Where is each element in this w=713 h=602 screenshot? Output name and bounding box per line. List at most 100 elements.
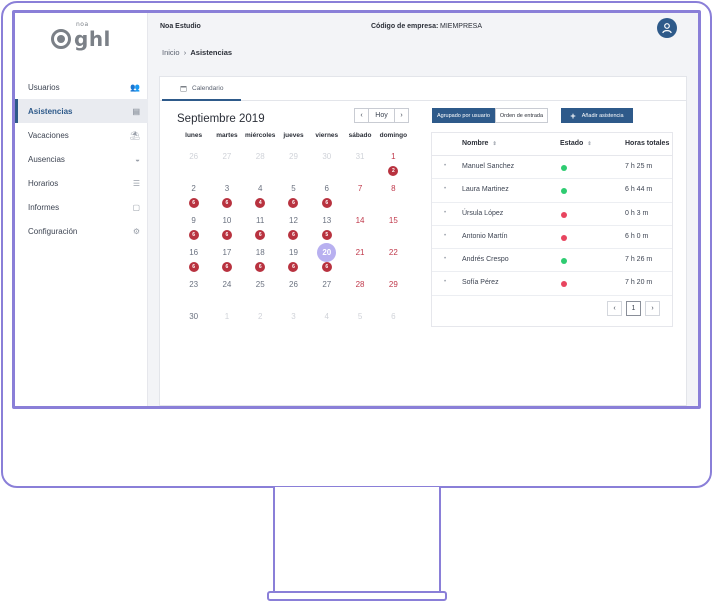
- calendar-day[interactable]: 31: [343, 147, 376, 179]
- users-icon: 👥: [130, 82, 140, 92]
- calendar-day[interactable]: 4: [310, 307, 343, 339]
- add-attendance-button[interactable]: + Añadir asistencia: [561, 108, 633, 123]
- calendar-day[interactable]: 28: [343, 275, 376, 307]
- calendar-prev-button[interactable]: ‹: [354, 108, 369, 123]
- expand-row-icon[interactable]: •: [444, 163, 446, 169]
- pagination-current-page[interactable]: 1: [626, 301, 641, 316]
- total-hours: 6 h 0 m: [625, 232, 649, 240]
- sidebar-item-vacaciones[interactable]: Vacaciones ⛱: [15, 123, 148, 147]
- calendar-day[interactable]: 23: [177, 275, 210, 307]
- expand-row-icon[interactable]: •: [444, 256, 446, 262]
- expand-row-icon[interactable]: •: [444, 186, 446, 192]
- calendar-day[interactable]: 3: [277, 307, 310, 339]
- day-number: 9: [191, 216, 196, 225]
- sidebar-item-horarios[interactable]: Horarios ☰: [15, 171, 148, 195]
- calendar-day[interactable]: 2: [244, 307, 277, 339]
- calendar-day[interactable]: 15: [377, 211, 410, 243]
- sidebar-item-asistencias[interactable]: Asistencias ▤: [15, 99, 148, 123]
- logo-text: ghl: [74, 27, 111, 51]
- calendar-day[interactable]: 96: [177, 211, 210, 243]
- day-number: 24: [222, 280, 232, 289]
- calendar-day-selected[interactable]: 20 6: [310, 243, 343, 275]
- top-bar: Noa Estudio Código de empresa: MIEMPRESA…: [148, 13, 698, 73]
- status-dot: [561, 165, 567, 171]
- calendar-day[interactable]: 18 6: [244, 243, 277, 275]
- table-row[interactable]: • Sofía Pérez 7 h 20 m: [432, 272, 672, 296]
- calendar-day[interactable]: 19 6: [277, 243, 310, 275]
- group-by-user-button[interactable]: Agrupado por usuario: [432, 108, 495, 123]
- calendar-day[interactable]: 1: [210, 307, 243, 339]
- calendar-day[interactable]: 44: [244, 179, 277, 211]
- calendar-day[interactable]: 14: [343, 211, 376, 243]
- calendar-day[interactable]: 28: [244, 147, 277, 179]
- day-number: 27: [322, 280, 332, 289]
- column-header-hours[interactable]: Horas totales: [625, 140, 669, 147]
- total-hours: 7 h 25 m: [625, 163, 653, 170]
- logo-icon: [51, 29, 71, 49]
- calendar-day[interactable]: 26: [177, 147, 210, 179]
- table-row[interactable]: • Antonio Martín 6 h 0 m: [432, 226, 672, 250]
- user-avatar-icon[interactable]: [657, 18, 677, 38]
- entry-order-button[interactable]: Orden de entrada: [494, 108, 549, 123]
- calendar-day[interactable]: 11 6: [244, 211, 277, 243]
- expand-row-icon[interactable]: •: [444, 210, 446, 216]
- sidebar-item-informes[interactable]: Informes ▢: [15, 195, 148, 219]
- table-row[interactable]: • Manuel Sanchez 7 h 25 m: [432, 156, 672, 180]
- sidebar-item-usuarios[interactable]: Usuarios 👥: [15, 75, 148, 99]
- calendar-day[interactable]: 30: [177, 307, 210, 339]
- expand-row-icon[interactable]: •: [444, 233, 446, 239]
- monitor-illustration: noa ghl Usuarios 👥 Asistencias ▤ Vacaciones ⛱…: [0, 0, 713, 602]
- calendar-day[interactable]: 30: [310, 147, 343, 179]
- sidebar-item-configuración[interactable]: Configuración ⚙: [15, 219, 148, 243]
- calendar-day[interactable]: 6: [377, 307, 410, 339]
- calendar-day[interactable]: 25: [244, 275, 277, 307]
- pagination-prev-button[interactable]: ‹: [607, 301, 622, 316]
- calendar-day[interactable]: 13 5: [310, 211, 343, 243]
- pagination-next-button[interactable]: ›: [645, 301, 660, 316]
- calendar-day[interactable]: 66: [310, 179, 343, 211]
- calendar-day[interactable]: 21: [343, 243, 376, 275]
- calendar-day[interactable]: 12: [377, 147, 410, 179]
- table-row[interactable]: • Úrsula López 0 h 3 m: [432, 203, 672, 226]
- calendar-day[interactable]: 22: [377, 243, 410, 275]
- status-dot: [561, 188, 567, 195]
- user-name: Andrés Crespo: [462, 256, 509, 264]
- calendar-day[interactable]: 7: [343, 179, 376, 211]
- column-header-name[interactable]: Nombre ⇕: [462, 140, 497, 147]
- calendar-day[interactable]: 26: [277, 275, 310, 307]
- day-number: 6: [391, 312, 396, 321]
- day-number: 27: [222, 152, 232, 161]
- calendar-day[interactable]: 56: [277, 179, 310, 211]
- calendar-day[interactable]: 5: [343, 307, 376, 339]
- plus-icon: +: [570, 110, 576, 121]
- weekday-label: jueves: [283, 132, 304, 139]
- screen: noa ghl Usuarios 👥 Asistencias ▤ Vacaciones ⛱…: [12, 10, 701, 409]
- table-row[interactable]: • Laura Martinez 6 h 44 m: [432, 179, 672, 203]
- calendar-day[interactable]: 27: [310, 275, 343, 307]
- day-number: 31: [355, 152, 365, 161]
- tab-calendario[interactable]: Calendario: [162, 77, 242, 101]
- calendar-next-button[interactable]: ›: [394, 108, 409, 123]
- expand-row-icon[interactable]: •: [444, 279, 446, 285]
- day-number: 6: [324, 184, 329, 193]
- calendar-day[interactable]: 26: [177, 179, 210, 211]
- calendar-day[interactable]: 8: [377, 179, 410, 211]
- calendar-today-button[interactable]: Hoy: [369, 108, 394, 123]
- calendar-day[interactable]: 24: [210, 275, 243, 307]
- calendar-day[interactable]: 12 6: [277, 211, 310, 243]
- calendar-day[interactable]: 29: [277, 147, 310, 179]
- table-row[interactable]: • Andrés Crespo 7 h 26 m: [432, 249, 672, 273]
- attendance-count-badge: 4: [255, 198, 266, 208]
- breadcrumb-home[interactable]: Inicio: [162, 48, 180, 57]
- column-header-status[interactable]: Estado ⇕: [560, 140, 592, 147]
- calendar-day[interactable]: 36: [210, 179, 243, 211]
- day-number: 29: [289, 152, 298, 161]
- calendar-day[interactable]: 17 6: [210, 243, 243, 275]
- calendar-day[interactable]: 29: [377, 275, 410, 307]
- attendance-count-badge: 6: [255, 230, 266, 240]
- calendar-day[interactable]: 27: [210, 147, 243, 179]
- sidebar-item-ausencias[interactable]: Ausencias ◒: [15, 147, 148, 171]
- calendar-day[interactable]: 16 6: [177, 243, 210, 275]
- day-number: 5: [291, 184, 296, 193]
- calendar-day[interactable]: 10 6: [210, 211, 243, 243]
